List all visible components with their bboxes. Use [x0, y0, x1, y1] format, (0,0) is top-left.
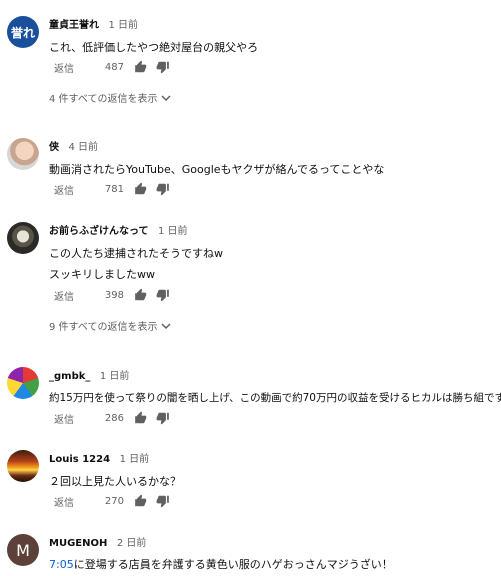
comment-text-rest: に登場する店員を弁護する黄色い服のハゲおっさんマジうざい！ — [73, 558, 393, 571]
avatar[interactable]: 誉れ — [7, 16, 39, 48]
avatar[interactable] — [7, 222, 39, 254]
reply-button[interactable]: 返信 — [54, 494, 94, 509]
chevron-down-icon — [161, 94, 171, 101]
avatar-text: M — [16, 540, 30, 560]
author-name[interactable]: お前らふざけんなって — [49, 226, 149, 237]
author-name[interactable]: Louis 1224 — [49, 454, 110, 465]
comment-time[interactable]: 1 日前 — [100, 371, 130, 382]
avatar[interactable]: M — [7, 534, 39, 566]
avatar-text: 誉れ — [10, 25, 35, 40]
timestamp-link[interactable]: 7:05 — [49, 558, 74, 571]
comment-actions: 返信 781 — [54, 181, 170, 197]
dislike-icon[interactable] — [156, 411, 170, 425]
comment-text: 動画消されたらYouTube、Googleもヤクザが絡んでるってことやな — [49, 163, 385, 176]
avatar[interactable] — [7, 367, 39, 399]
comment-meta: 侠 4 日前 — [49, 138, 98, 153]
author-name[interactable]: 侠 — [49, 142, 59, 153]
comment-text-line-1: この人たち逮捕されたそうですねw — [49, 247, 223, 260]
dislike-icon[interactable] — [156, 288, 170, 302]
like-icon[interactable] — [134, 182, 148, 196]
comment-actions: 返信 286 — [54, 410, 170, 426]
like-count: 398 — [104, 289, 124, 301]
reply-button[interactable]: 返信 — [54, 60, 94, 75]
chevron-down-icon — [161, 322, 171, 329]
comment-meta: お前らふざけんなって 1 日前 — [49, 222, 188, 237]
comment-time[interactable]: 1 日前 — [120, 454, 150, 465]
view-replies-label: 9 件すべての返信を表示 — [49, 322, 158, 333]
comment-text: ２回以上見た人いるかな？ — [49, 475, 181, 488]
view-replies-button[interactable]: 4 件すべての返信を表示 — [49, 90, 171, 105]
author-name[interactable]: 童貞王誉れ — [49, 20, 99, 31]
comment-text-line-2: スッキリしましたww — [49, 268, 155, 281]
comment-text: 7:05に登場する店員を弁護する黄色い服のハゲおっさんマジうざい！ — [49, 556, 393, 572]
author-name[interactable]: _gmbk_ — [49, 371, 90, 382]
comment-time[interactable]: 1 日前 — [109, 20, 139, 31]
like-icon[interactable] — [134, 288, 148, 302]
like-icon[interactable] — [134, 494, 148, 508]
comment-text: これ、低評価したやつ絶対屋台の親父やろ — [49, 41, 259, 54]
dislike-icon[interactable] — [156, 60, 170, 74]
comment-actions: 返信 270 — [54, 493, 170, 509]
avatar[interactable] — [7, 138, 39, 170]
author-name[interactable]: MUGENOH — [49, 538, 107, 549]
dislike-icon[interactable] — [156, 494, 170, 508]
view-replies-button[interactable]: 9 件すべての返信を表示 — [49, 318, 171, 333]
like-count: 270 — [104, 495, 124, 507]
comment-meta: 童貞王誉れ 1 日前 — [49, 16, 138, 31]
like-icon[interactable] — [134, 411, 148, 425]
comment-time[interactable]: 1 日前 — [158, 226, 188, 237]
comment-meta: _gmbk_ 1 日前 — [49, 367, 129, 382]
like-count: 286 — [104, 412, 124, 424]
comment-meta: Louis 1224 1 日前 — [49, 450, 149, 465]
view-replies-label: 4 件すべての返信を表示 — [49, 94, 158, 105]
like-icon[interactable] — [134, 60, 148, 74]
comment-time[interactable]: 4 日前 — [69, 142, 99, 153]
reply-button[interactable]: 返信 — [54, 411, 94, 426]
like-count: 781 — [104, 183, 124, 195]
dislike-icon[interactable] — [156, 182, 170, 196]
comment-time[interactable]: 2 日前 — [117, 538, 147, 549]
comment-meta: MUGENOH 2 日前 — [49, 534, 146, 549]
reply-button[interactable]: 返信 — [54, 182, 94, 197]
comment-actions: 返信 398 — [54, 287, 170, 303]
like-count: 487 — [104, 61, 124, 73]
avatar[interactable] — [7, 450, 39, 482]
comment-text: 約15万円を使って祭りの闇を晒し上げ、この動画で約70万円の収益を受けるヒカルは… — [49, 392, 501, 404]
reply-button[interactable]: 返信 — [54, 288, 94, 303]
comment-actions: 返信 487 — [54, 59, 170, 75]
